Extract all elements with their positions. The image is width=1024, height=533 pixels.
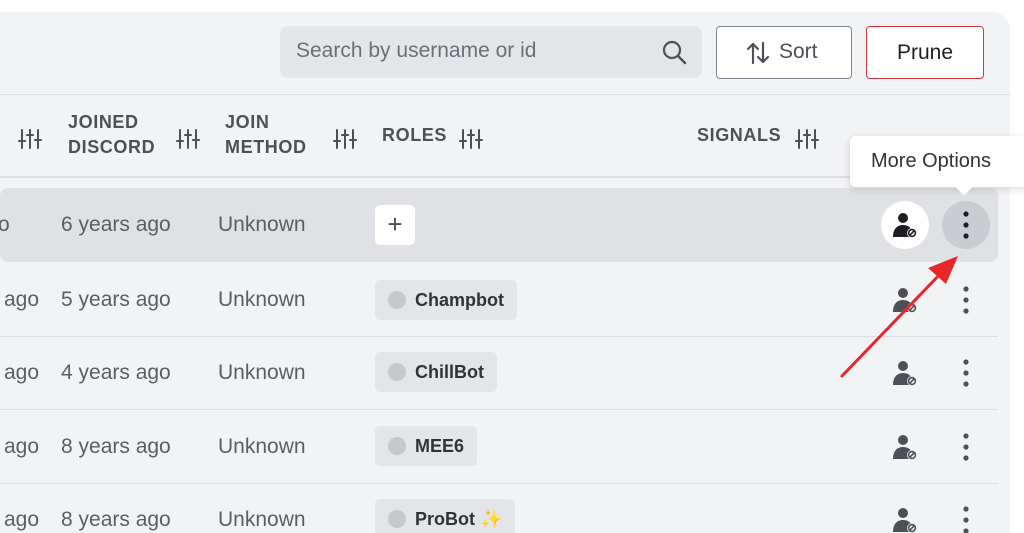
role-chip[interactable]: Champbot bbox=[375, 280, 517, 320]
role-chip[interactable]: MEE6 bbox=[375, 426, 478, 466]
join-method-cell: Unknown bbox=[218, 435, 306, 458]
joined-discord-cell: 8 years ago bbox=[61, 508, 171, 531]
filter-sliders-icon[interactable] bbox=[333, 128, 357, 150]
role-name: Champbot bbox=[415, 290, 504, 310]
role-name: ChillBot bbox=[415, 362, 484, 382]
member-since-cell: ago bbox=[4, 288, 40, 311]
joined-discord-cell: 5 years ago bbox=[61, 288, 171, 311]
kebab-menu-icon[interactable] bbox=[962, 210, 970, 240]
joined-discord-cell: 4 years ago bbox=[61, 361, 171, 384]
add-role-label: + bbox=[387, 209, 403, 239]
role-color-dot bbox=[388, 363, 406, 381]
row-divider bbox=[0, 409, 998, 410]
kebab-menu-icon[interactable] bbox=[962, 432, 970, 462]
join-method-cell: Unknown bbox=[218, 213, 306, 236]
header-divider bbox=[0, 94, 1010, 95]
column-header-line: JOIN bbox=[225, 112, 270, 132]
column-header-join-method[interactable]: JOIN METHOD bbox=[225, 110, 307, 160]
role-color-dot bbox=[388, 510, 406, 528]
sort-label: Sort bbox=[779, 40, 818, 63]
column-header-line: METHOD bbox=[225, 137, 307, 157]
user-shield-icon[interactable] bbox=[891, 359, 919, 387]
sort-arrows-icon bbox=[746, 41, 770, 65]
joined-discord-cell: 6 years ago bbox=[61, 213, 171, 236]
user-shield-icon bbox=[893, 213, 917, 238]
add-role-button[interactable]: + bbox=[375, 205, 415, 245]
filter-sliders-icon[interactable] bbox=[795, 128, 819, 150]
member-since-cell: ago bbox=[4, 435, 40, 458]
sort-button[interactable]: Sort bbox=[716, 26, 852, 79]
role-name: MEE6 bbox=[415, 436, 465, 456]
user-shield-icon[interactable] bbox=[891, 286, 919, 314]
row-divider bbox=[0, 483, 998, 484]
column-header-line: DISCORD bbox=[68, 137, 156, 157]
role-color-dot bbox=[388, 437, 406, 455]
search-placeholder: Search by username or id bbox=[296, 39, 537, 62]
column-header-signals[interactable]: SIGNALS bbox=[697, 123, 781, 148]
role-chip[interactable]: ChillBot bbox=[375, 352, 497, 392]
member-since-cell: ago bbox=[4, 508, 40, 531]
prune-button[interactable]: Prune bbox=[866, 26, 984, 79]
column-header-line: JOINED bbox=[68, 112, 139, 132]
filter-sliders-icon[interactable] bbox=[459, 128, 483, 150]
role-color-dot bbox=[388, 291, 406, 309]
kebab-menu-icon[interactable] bbox=[962, 358, 970, 388]
filter-sliders-icon[interactable] bbox=[176, 128, 200, 150]
member-since-cell: ago bbox=[4, 361, 40, 384]
member-since-cell: o bbox=[0, 213, 10, 236]
join-method-cell: Unknown bbox=[218, 361, 306, 384]
row-divider bbox=[0, 336, 998, 337]
column-header-joined-discord[interactable]: JOINED DISCORD bbox=[68, 110, 155, 160]
more-options-tooltip: More Options bbox=[850, 136, 1024, 196]
column-header-roles[interactable]: ROLES bbox=[382, 123, 447, 148]
role-name: ProBot ✨ bbox=[415, 509, 503, 529]
tooltip-text: More Options bbox=[871, 150, 992, 172]
join-method-cell: Unknown bbox=[218, 508, 306, 531]
filter-sliders-icon[interactable] bbox=[18, 128, 42, 150]
join-method-cell: Unknown bbox=[218, 288, 306, 311]
user-shield-icon[interactable] bbox=[891, 433, 919, 461]
search-input[interactable]: Search by username or id bbox=[280, 26, 702, 78]
role-chip[interactable]: ProBot ✨ bbox=[375, 499, 516, 533]
search-icon[interactable] bbox=[660, 38, 688, 66]
joined-discord-cell: 8 years ago bbox=[61, 435, 171, 458]
kebab-menu-icon[interactable] bbox=[962, 505, 970, 533]
prune-label: Prune bbox=[896, 41, 954, 64]
kebab-menu-icon[interactable] bbox=[962, 285, 970, 315]
user-shield-icon[interactable] bbox=[891, 506, 919, 533]
